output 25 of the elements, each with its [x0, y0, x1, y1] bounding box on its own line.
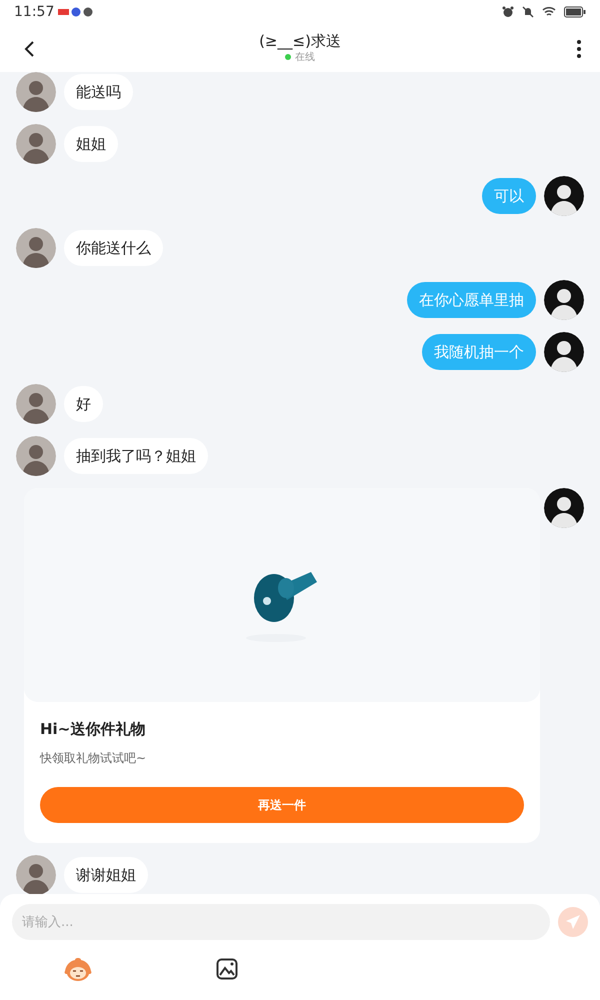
message-bubble: 姐姐 [64, 126, 118, 162]
message-bubble: 我随机抽一个 [422, 334, 536, 370]
gift-subtitle: 快领取礼物试试吧~ [40, 750, 148, 766]
chat-title: (≥__≤)求送 [259, 32, 341, 50]
message-bubble: 好 [64, 386, 103, 422]
message-input[interactable]: 请输入... [12, 904, 550, 940]
message-bubble: 抽到我了吗？姐姐 [64, 438, 208, 474]
gift-title: Hi~送你件礼物 [40, 719, 146, 740]
wifi-icon [542, 6, 556, 18]
message-bubble: 可以 [482, 178, 536, 214]
battery-icon [564, 6, 586, 18]
avatar[interactable] [544, 176, 584, 216]
message-bubble: 谢谢姐姐 [64, 856, 148, 892]
alarm-icon [502, 6, 514, 18]
avatar[interactable] [544, 488, 584, 528]
bell-off-icon [522, 6, 534, 18]
avatar[interactable] [544, 280, 584, 320]
avatar[interactable] [544, 332, 584, 372]
clock-time: 11:57 [14, 2, 54, 22]
online-status: 在线 [295, 50, 315, 64]
message-bubble: 你能送什么 [64, 230, 163, 266]
send-again-button[interactable]: 再送一件 [40, 786, 524, 822]
message-bubble: 能送吗 [64, 74, 133, 110]
message-bubble: 在你心愿单里抽 [407, 282, 536, 318]
image-icon[interactable] [216, 958, 238, 980]
